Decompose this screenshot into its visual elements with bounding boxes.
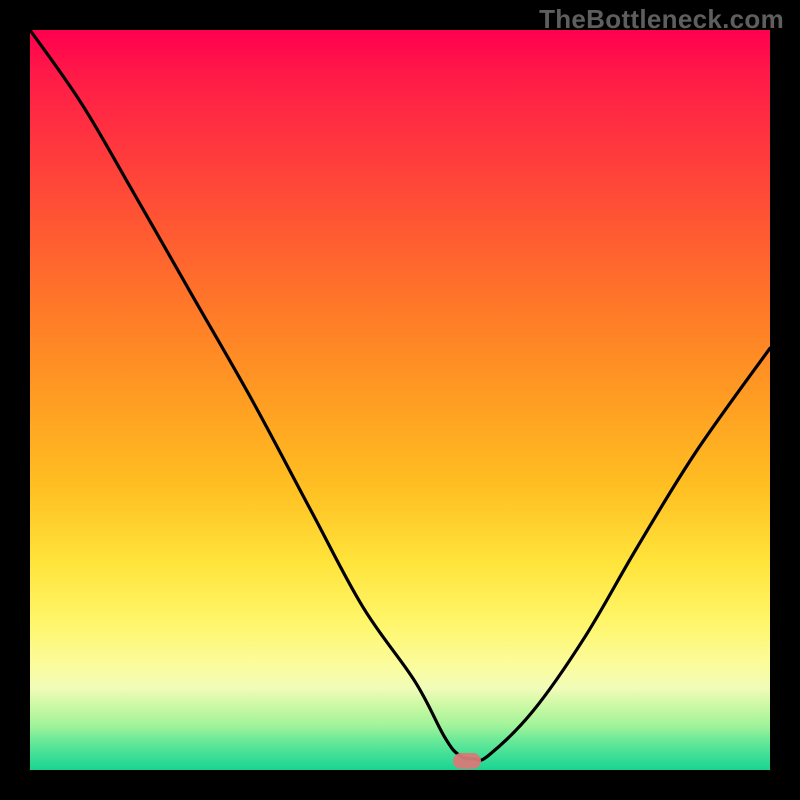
optimal-marker — [453, 753, 481, 769]
bottleneck-curve — [30, 30, 770, 770]
plot-area — [30, 30, 770, 770]
watermark-text: TheBottleneck.com — [539, 4, 784, 35]
chart-frame: TheBottleneck.com — [0, 0, 800, 800]
curve-path — [30, 30, 770, 760]
